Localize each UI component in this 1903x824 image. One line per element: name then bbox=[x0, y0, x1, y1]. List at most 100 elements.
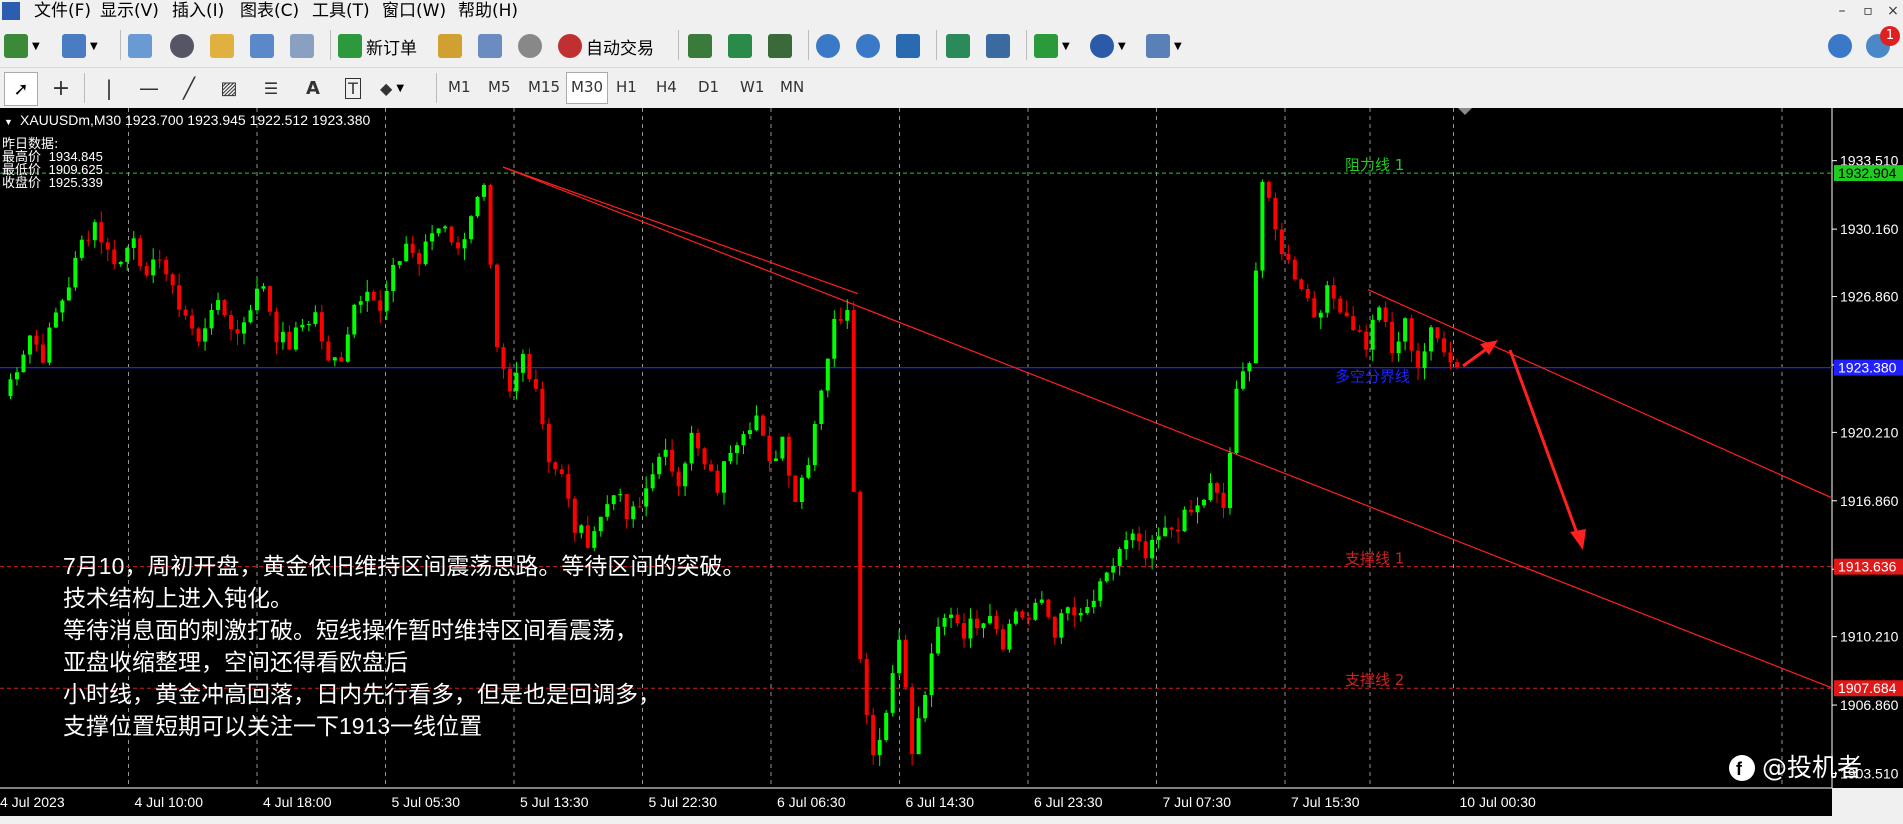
timeframe-m1[interactable]: M1 bbox=[444, 72, 475, 102]
candlestick-button[interactable] bbox=[728, 30, 752, 62]
shapes-icon: ◆ bbox=[380, 78, 393, 98]
navigator-button[interactable] bbox=[210, 30, 234, 62]
candle-body bbox=[1111, 565, 1116, 573]
timeframe-m15[interactable]: M15 bbox=[524, 72, 564, 102]
new-chart-button[interactable]: ▼ bbox=[4, 30, 40, 62]
notifications-button[interactable]: 1 bbox=[1866, 26, 1900, 62]
text-button[interactable]: A bbox=[298, 72, 328, 104]
mailbox-button[interactable] bbox=[478, 30, 502, 62]
strategy-tester-button[interactable] bbox=[290, 30, 314, 62]
data-window-button[interactable] bbox=[170, 30, 194, 62]
candle-body bbox=[242, 322, 247, 334]
zoom-out-button[interactable] bbox=[856, 30, 880, 62]
timeframe-h4[interactable]: H4 bbox=[652, 72, 681, 102]
timeframe-mn[interactable]: MN bbox=[776, 72, 808, 102]
fibonacci-button[interactable]: ☰ bbox=[256, 72, 286, 104]
candle-body bbox=[1383, 307, 1388, 322]
candle-body bbox=[605, 504, 610, 517]
candle-body bbox=[618, 494, 623, 496]
candlestick-icon bbox=[728, 34, 752, 58]
candle-body bbox=[365, 291, 370, 302]
bar-chart-button[interactable] bbox=[688, 30, 712, 62]
menu-window[interactable]: 窗口(W) bbox=[378, 0, 450, 22]
text-label-icon: T bbox=[345, 77, 361, 99]
tile-windows-button[interactable] bbox=[896, 30, 920, 62]
menu-tools[interactable]: 工具(T) bbox=[308, 0, 374, 22]
auto-trading-button[interactable]: 自动交易 bbox=[558, 30, 654, 62]
market-news-button[interactable] bbox=[438, 30, 462, 62]
candle-body bbox=[229, 315, 234, 330]
menu-file[interactable]: 文件(F) bbox=[30, 0, 95, 22]
timeframe-m30[interactable]: M30 bbox=[566, 72, 609, 104]
chart-window[interactable]: 1933.5101930.1601926.8601923.5101920.210… bbox=[0, 108, 1903, 819]
candle-body bbox=[1390, 321, 1395, 354]
search-button[interactable] bbox=[1828, 30, 1852, 62]
candle-body bbox=[832, 318, 837, 359]
timeframe-d1[interactable]: D1 bbox=[694, 72, 723, 102]
candle-body bbox=[92, 222, 97, 241]
menu-help[interactable]: 帮助(H) bbox=[454, 0, 522, 22]
candle-body bbox=[358, 301, 363, 305]
periods-button[interactable]: ▼ bbox=[1090, 30, 1126, 62]
indicators-button[interactable]: ▼ bbox=[1034, 30, 1070, 62]
auto-scroll-button[interactable] bbox=[946, 30, 970, 62]
level-label-support2: 支撑线 2 bbox=[1345, 671, 1404, 689]
terminal-button[interactable] bbox=[250, 30, 274, 62]
candle-body bbox=[734, 445, 739, 453]
crosshair-button[interactable]: + bbox=[46, 72, 76, 104]
signals-button[interactable] bbox=[518, 30, 542, 62]
cursor-button[interactable]: ➚ bbox=[4, 72, 38, 106]
candle-body bbox=[631, 506, 636, 520]
candle-body bbox=[955, 614, 960, 624]
timeframe-h1[interactable]: H1 bbox=[612, 72, 641, 102]
candle-body bbox=[1026, 617, 1031, 620]
close-button[interactable]: × bbox=[1878, 0, 1903, 22]
candle-body bbox=[994, 616, 999, 630]
chart-shift-button[interactable] bbox=[986, 30, 1010, 62]
candle-body bbox=[319, 312, 324, 342]
line-chart-button[interactable] bbox=[768, 30, 792, 62]
candle-body bbox=[962, 623, 967, 639]
market-watch-button[interactable] bbox=[128, 30, 152, 62]
candle-body bbox=[507, 368, 512, 392]
trendline-button[interactable]: ╱ bbox=[174, 72, 204, 104]
shapes-button[interactable]: ◆ ▼ bbox=[380, 72, 404, 104]
text-label-button[interactable]: T bbox=[338, 72, 368, 104]
candle-body bbox=[1007, 623, 1012, 650]
level-label-resistance: 阻力线 1 bbox=[1345, 156, 1404, 174]
timeframe-w1[interactable]: W1 bbox=[736, 72, 768, 102]
annotation-line-1: 7月10，周初开盘，黄金依旧维持区间震荡思路。等待区间的突破。 bbox=[63, 553, 745, 579]
candle-body bbox=[1130, 533, 1135, 541]
candle-body bbox=[1396, 341, 1401, 354]
equidistant-channel-button[interactable]: ▨ bbox=[214, 72, 244, 104]
candle-body bbox=[1442, 338, 1447, 353]
candle-body bbox=[851, 310, 856, 492]
candle-body bbox=[585, 525, 590, 548]
menu-charts[interactable]: 图表(C) bbox=[236, 0, 303, 22]
x-tick-label: 4 Jul 2023 bbox=[0, 794, 65, 810]
trendline-icon: ╱ bbox=[182, 76, 196, 100]
candle-body bbox=[936, 626, 941, 654]
candle-body bbox=[352, 304, 357, 335]
menu-view[interactable]: 显示(V) bbox=[96, 0, 163, 22]
candle-body bbox=[527, 353, 532, 380]
candle-body bbox=[1065, 607, 1070, 614]
candle-body bbox=[780, 436, 785, 459]
candle-body bbox=[378, 300, 383, 311]
candle-body bbox=[598, 516, 603, 532]
candle-body bbox=[443, 226, 448, 229]
horizontal-line-button[interactable]: — bbox=[134, 72, 164, 104]
new-order-button[interactable]: 新订单 bbox=[338, 30, 417, 62]
candle-body bbox=[436, 228, 441, 234]
candle-body bbox=[112, 249, 117, 265]
vertical-line-button[interactable]: | bbox=[94, 72, 124, 104]
candle-body bbox=[1240, 371, 1245, 389]
templates-button[interactable]: ▼ bbox=[1146, 30, 1182, 62]
profiles-button[interactable]: ▼ bbox=[62, 30, 98, 62]
candle-body bbox=[1273, 197, 1278, 230]
chart-collapse-icon[interactable]: ▼ bbox=[4, 117, 13, 127]
zoom-in-button[interactable] bbox=[816, 30, 840, 62]
timeframe-m5[interactable]: M5 bbox=[484, 72, 515, 102]
x-tick-label: 4 Jul 10:00 bbox=[135, 794, 204, 810]
menu-insert[interactable]: 插入(I) bbox=[168, 0, 228, 22]
